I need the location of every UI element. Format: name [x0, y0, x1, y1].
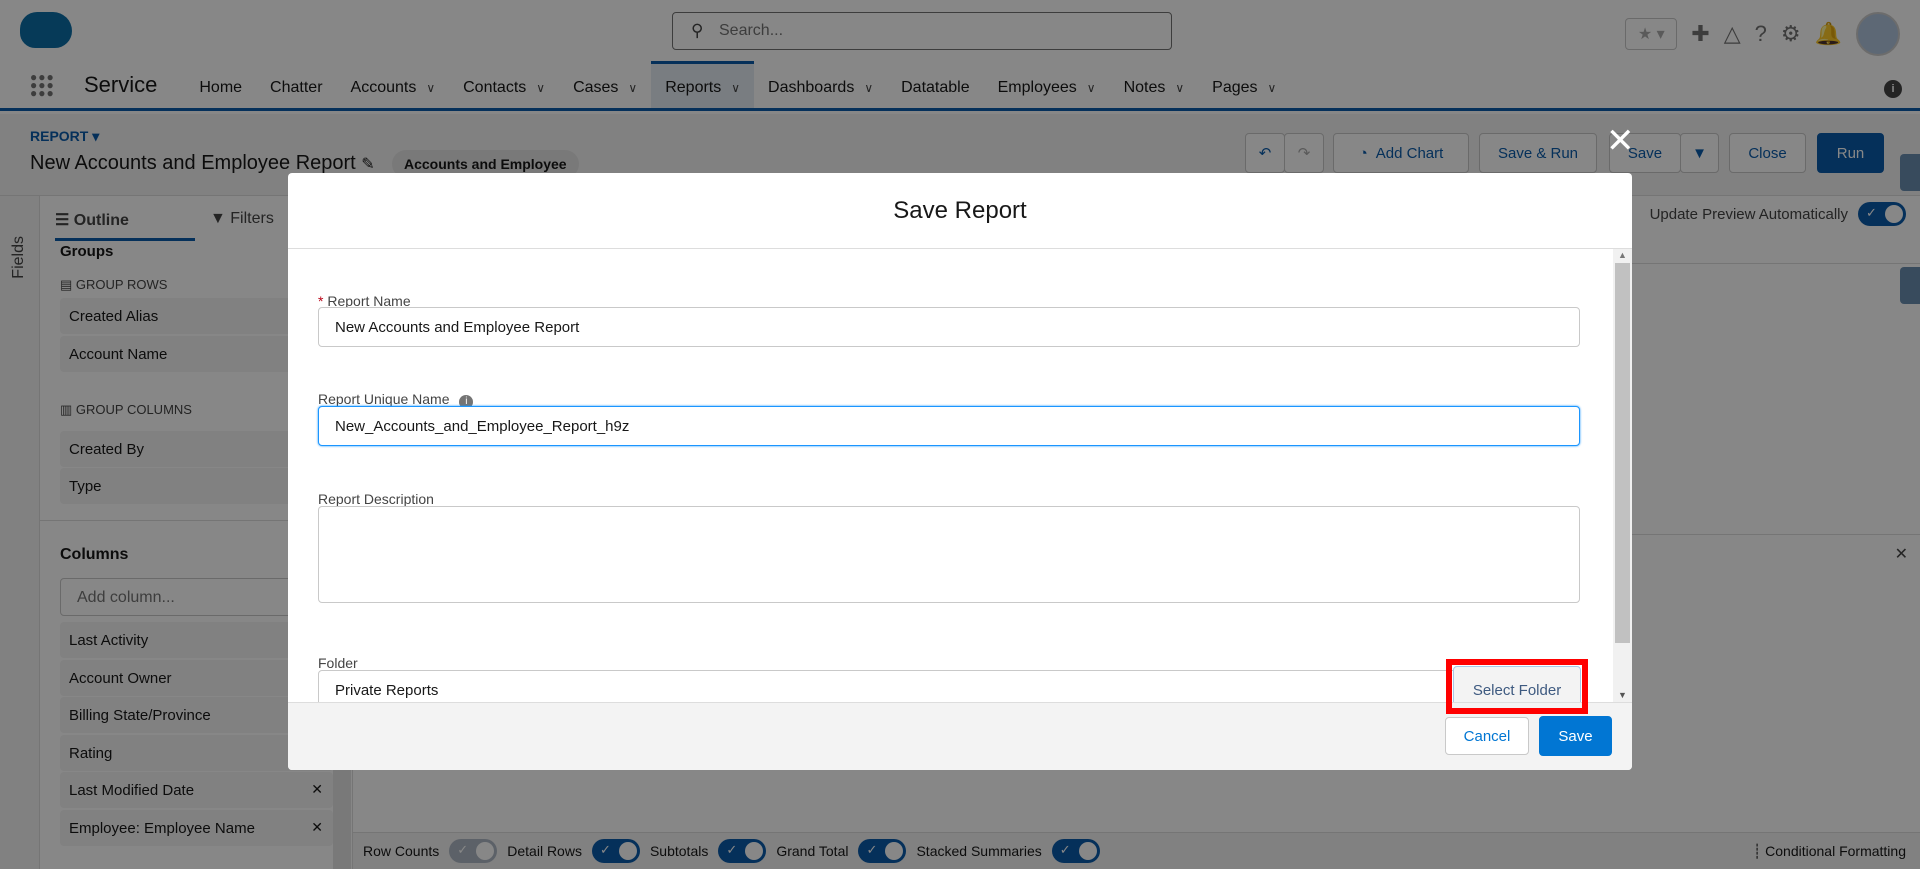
folder-label: Folder — [318, 655, 358, 671]
modal-save-button[interactable]: Save — [1539, 716, 1612, 756]
modal-scrollbar[interactable]: ▲ ▼ — [1613, 249, 1632, 702]
modal-footer: Cancel Save — [288, 702, 1632, 770]
modal-close-icon[interactable]: ✕ — [1606, 124, 1635, 158]
description-textarea[interactable] — [318, 506, 1580, 603]
save-report-modal: Save Report * Report Name New Accounts a… — [288, 173, 1632, 770]
modal-title: Save Report — [288, 173, 1632, 249]
description-label: Report Description — [318, 491, 434, 507]
cancel-button[interactable]: Cancel — [1445, 717, 1529, 755]
report-name-input[interactable]: New Accounts and Employee Report — [318, 307, 1580, 347]
modal-body: * Report Name New Accounts and Employee … — [288, 249, 1632, 702]
highlight-box — [1446, 659, 1588, 714]
folder-input: Private Reports — [318, 670, 1468, 702]
unique-name-input[interactable]: New_Accounts_and_Employee_Report_h9z — [318, 406, 1580, 446]
